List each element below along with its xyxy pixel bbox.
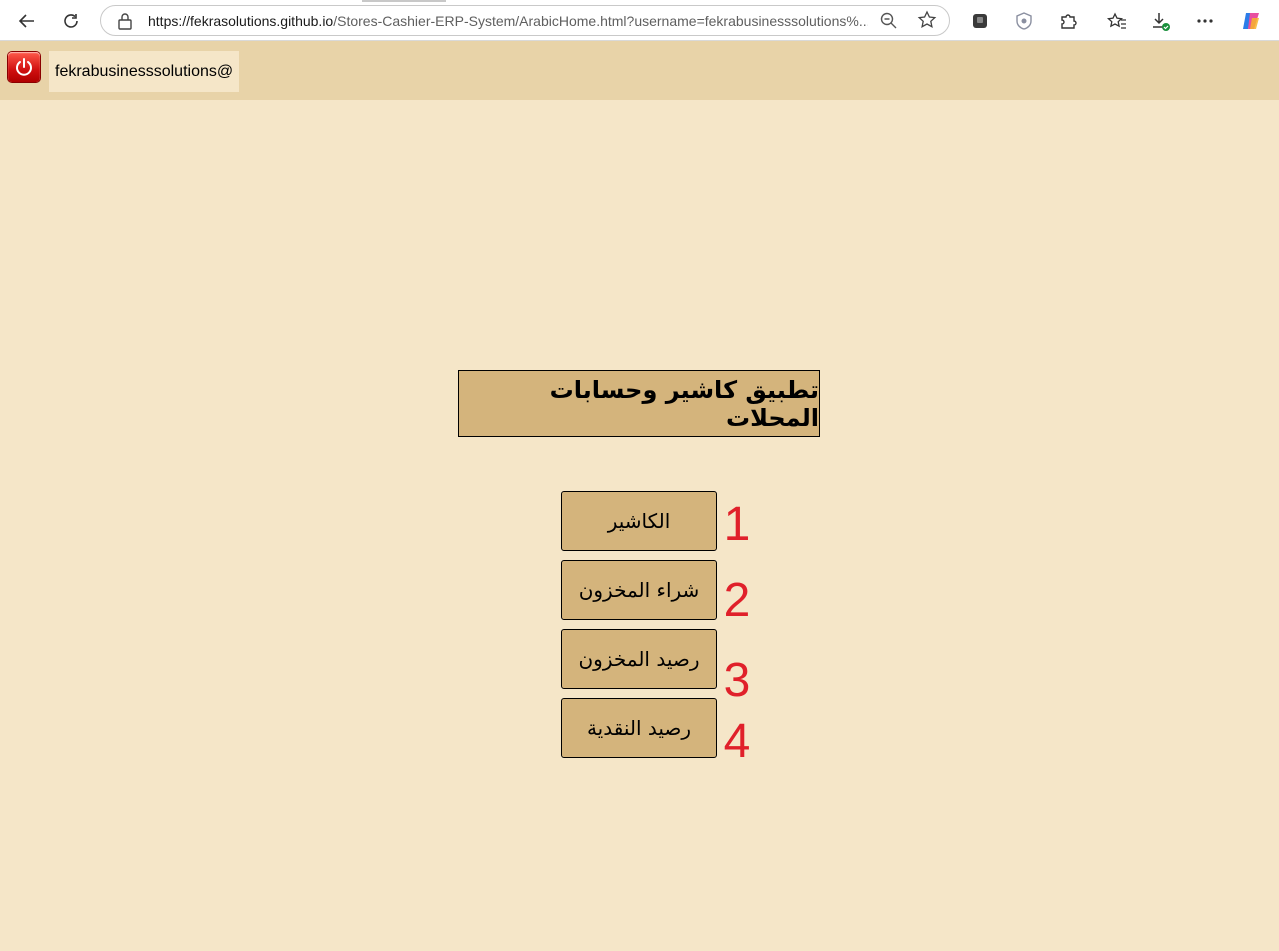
puzzle-icon[interactable]: [1057, 10, 1079, 32]
star-icon[interactable]: [917, 10, 937, 30]
lock-icon[interactable]: [117, 12, 133, 30]
buy-inventory-button[interactable]: شراء المخزون: [561, 560, 717, 620]
url-text[interactable]: https://fekrasolutions.github.io/Stores-…: [148, 13, 868, 29]
logout-button[interactable]: [8, 52, 40, 82]
back-icon[interactable]: [13, 7, 41, 35]
inventory-balance-button[interactable]: رصيد المخزون: [561, 629, 717, 689]
favorites-icon[interactable]: [1106, 10, 1128, 32]
extension-icon[interactable]: [969, 10, 991, 32]
shield-icon[interactable]: [1013, 10, 1035, 32]
step-number: 3: [723, 654, 751, 707]
username-label: fekrabusinesssolutions@: [49, 51, 240, 92]
app-header: fekrabusinesssolutions@: [0, 41, 1279, 100]
download-icon[interactable]: [1150, 10, 1172, 32]
more-icon[interactable]: [1194, 10, 1216, 32]
power-icon: [16, 58, 32, 76]
address-bar[interactable]: https://fekrasolutions.github.io/Stores-…: [100, 5, 950, 36]
browser-toolbar: https://fekrasolutions.github.io/Stores-…: [0, 0, 1279, 41]
step-number: 2: [723, 574, 751, 627]
cashier-button[interactable]: الكاشير: [561, 491, 717, 551]
zoom-out-icon[interactable]: [879, 11, 899, 31]
copilot-icon[interactable]: [1240, 10, 1262, 32]
url-host: https://fekrasolutions.github.io: [148, 13, 334, 29]
url-path: /Stores-Cashier-ERP-System/ArabicHome.ht…: [333, 13, 868, 29]
refresh-icon[interactable]: [57, 7, 85, 35]
page-title: تطبيق كاشير وحسابات المحلات: [458, 370, 820, 437]
step-number: 1: [723, 498, 751, 551]
tab-indicator: [362, 0, 446, 2]
cash-balance-button[interactable]: رصيد النقدية: [561, 698, 717, 758]
step-number: 4: [723, 715, 751, 768]
